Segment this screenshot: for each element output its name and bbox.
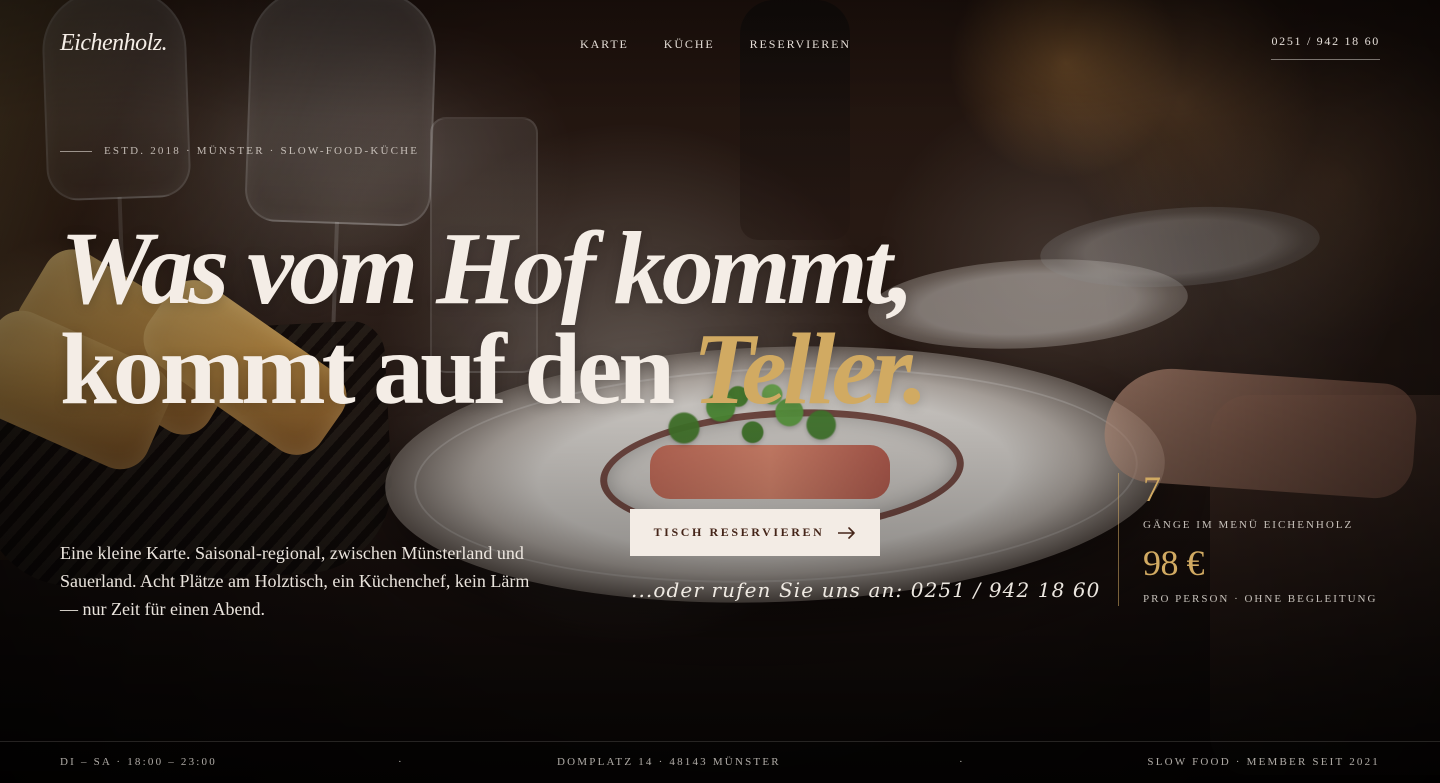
headline-line-2: kommt auf den Teller. xyxy=(60,319,980,421)
call-cta-text[interactable]: ...oder rufen Sie uns an: 0251 / 942 18 … xyxy=(631,578,1101,602)
arrow-right-icon xyxy=(837,526,856,539)
slow-food-membership: SLOW FOOD · MEMBER SEIT 2021 xyxy=(1147,756,1380,768)
footer-separator: · xyxy=(398,756,404,768)
hero-eyebrow: ESTD. 2018 · MÜNSTER · SLOW-FOOD-KÜCHE xyxy=(104,145,420,157)
headline-accent-word: Teller. xyxy=(692,313,929,427)
nav-item-reservieren[interactable]: RESERVIEREN xyxy=(750,37,851,52)
background-plate xyxy=(1037,198,1323,296)
price-stat: 98 € PRO PERSON · OHNE BEGLEITUNG xyxy=(1143,545,1377,605)
header-phone-link[interactable]: 0251 / 942 18 60 xyxy=(1271,34,1380,60)
price-value: 98 € xyxy=(1143,543,1205,583)
headline-line-1: Was vom Hof kommt, xyxy=(60,211,915,327)
site-footer: DI – SA · 18:00 – 23:00 · DOMPLATZ 14 · … xyxy=(0,741,1440,783)
hero-headline: Was vom Hof kommt, kommt auf den Teller. xyxy=(60,211,980,421)
footer-separator: · xyxy=(959,756,965,768)
reserve-table-button-label: TISCH RESERVIEREN xyxy=(653,525,825,539)
site-logo[interactable]: Eichenholz. xyxy=(60,30,168,57)
opening-hours: DI – SA · 18:00 – 23:00 xyxy=(60,756,217,768)
menu-courses-value: 7 xyxy=(1143,469,1161,509)
restaurant-address: DOMPLATZ 14 · 48143 MÜNSTER xyxy=(557,756,781,768)
eyebrow-divider xyxy=(60,151,92,152)
hero-intro-text: Eine kleine Karte. Saisonal-regional, zw… xyxy=(60,543,530,619)
nav-item-kueche[interactable]: KÜCHE xyxy=(664,37,715,52)
reserve-table-button[interactable]: TISCH RESERVIEREN xyxy=(630,509,880,556)
main-navigation: KARTE KÜCHE RESERVIEREN xyxy=(580,37,851,52)
headline-line-2-prefix: kommt auf den xyxy=(60,313,693,427)
menu-courses-stat: 7 GÄNGE IM MENÜ EICHENHOLZ xyxy=(1143,471,1353,531)
stats-divider xyxy=(1118,473,1119,606)
price-label: PRO PERSON · OHNE BEGLEITUNG xyxy=(1143,593,1378,605)
food-portion xyxy=(650,445,890,499)
nav-item-karte[interactable]: KARTE xyxy=(580,37,629,52)
site-header: Eichenholz. KARTE KÜCHE RESERVIEREN 0251… xyxy=(0,0,1440,90)
menu-courses-label: GÄNGE IM MENÜ EICHENHOLZ xyxy=(1143,519,1354,531)
